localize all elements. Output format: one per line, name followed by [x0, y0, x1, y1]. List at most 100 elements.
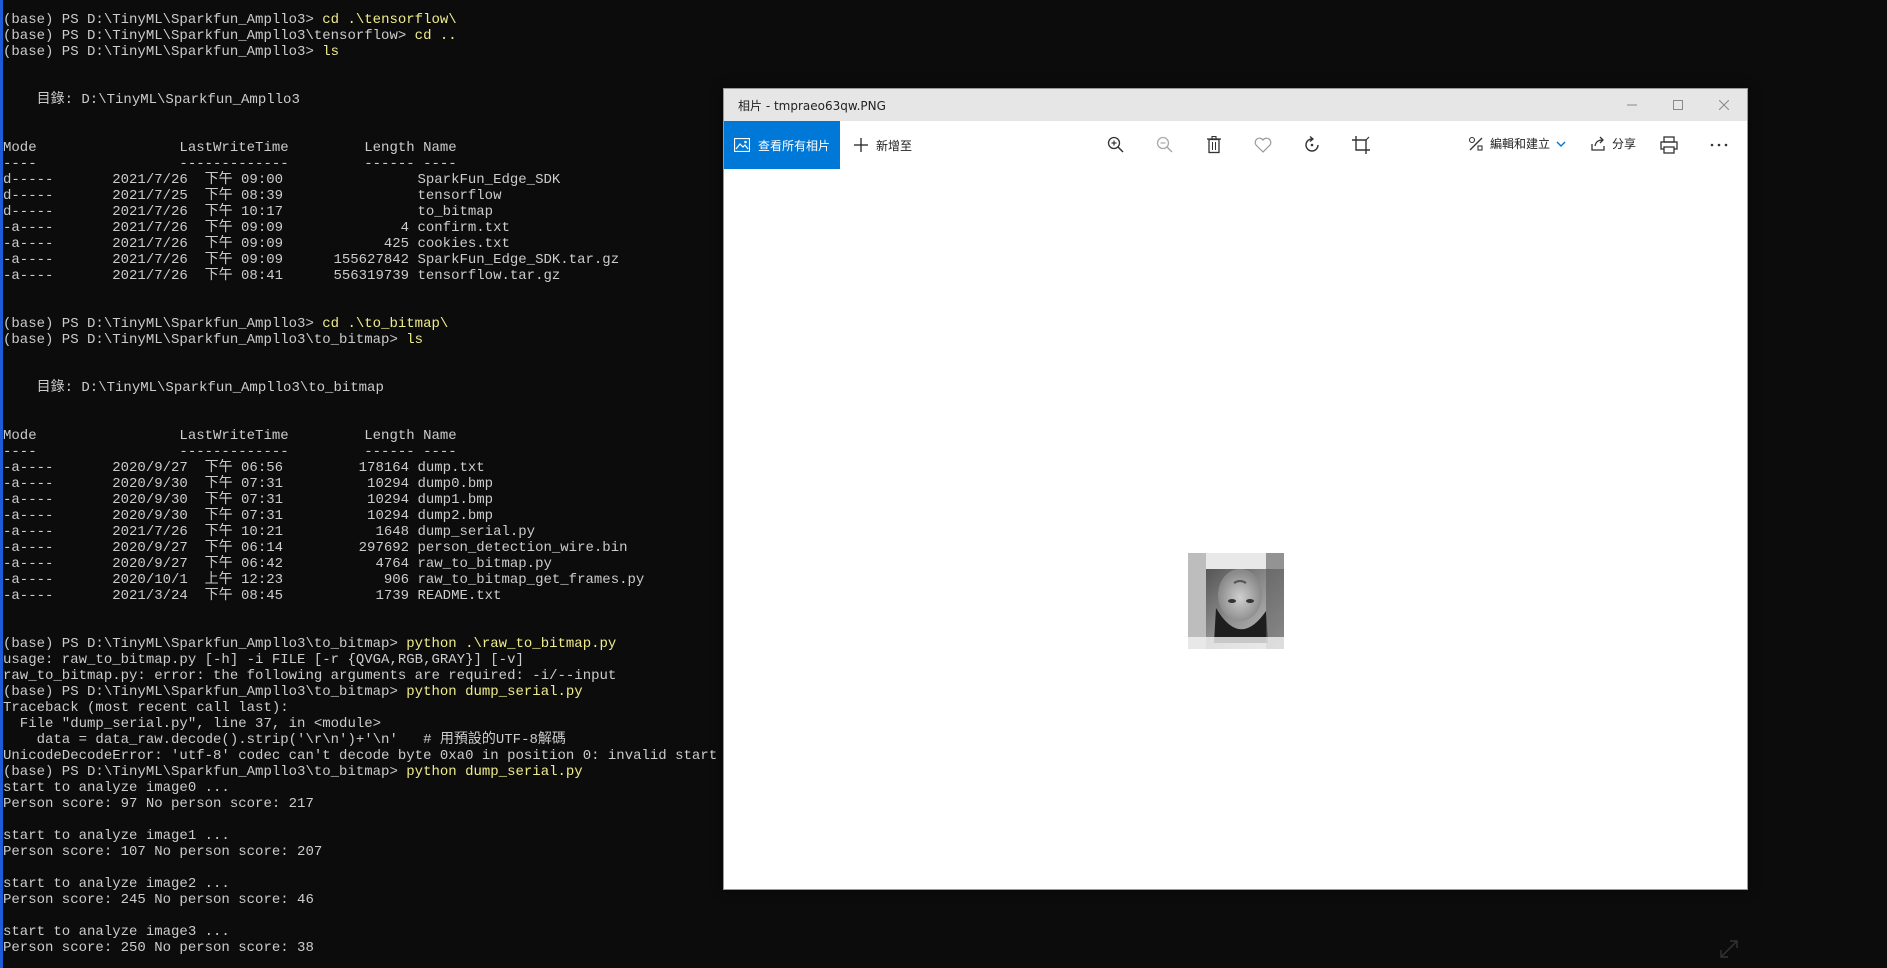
terminal-line-text: -a---- 2020/9/27 下午 06:42 4764 raw_to_bi… — [3, 556, 552, 572]
zoom-out-icon — [1156, 136, 1173, 153]
terminal-line-text: usage: raw_to_bitmap.py [-h] -i FILE [-r… — [3, 652, 524, 668]
terminal-line-text: ---- ------------- ------ ---- — [3, 444, 457, 460]
terminal-line-text: 目錄: D:\TinyML\Sparkfun_Ampllo3 — [3, 92, 300, 108]
close-button[interactable] — [1701, 89, 1747, 121]
print-icon — [1660, 136, 1678, 154]
terminal-line-text: start to analyze image0 ... — [3, 780, 230, 796]
terminal-line: Person score: 250 No person score: 38 — [3, 940, 883, 956]
minimize-icon — [1627, 104, 1637, 106]
chevron-down-icon — [1556, 141, 1566, 147]
more-icon — [1710, 143, 1728, 147]
rotate-icon — [1305, 136, 1319, 152]
terminal-line-text: (base) PS D:\TinyML\Sparkfun_Ampllo3\ten… — [3, 28, 415, 44]
terminal-line-text: (base) PS D:\TinyML\Sparkfun_Ampllo3\to_… — [3, 332, 407, 348]
terminal-line-text: (base) PS D:\TinyML\Sparkfun_Ampllo3\to_… — [3, 684, 407, 700]
terminal-line-text: Mode LastWriteTime Length Name — [3, 428, 457, 444]
edit-create-button[interactable]: 編輯和建立 — [1468, 135, 1566, 152]
print-button[interactable] — [1657, 133, 1681, 157]
expand-icon — [1720, 940, 1738, 958]
terminal-command: ls — [406, 332, 424, 348]
terminal-line-text: Person score: 245 No person score: 46 — [3, 892, 314, 908]
favorite-icon — [1254, 137, 1272, 153]
grayscale-photo — [1188, 553, 1284, 649]
minimize-button[interactable] — [1609, 89, 1655, 121]
terminal-line-text: File "dump_serial.py", line 37, in <modu… — [3, 716, 382, 732]
maximize-icon — [1673, 100, 1683, 110]
terminal-line-text: d----- 2021/7/25 下午 08:39 tensorflow — [3, 188, 502, 204]
edit-create-icon — [1468, 136, 1483, 151]
terminal-line: (base) PS D:\TinyML\Sparkfun_Ampllo3> ls — [3, 44, 883, 60]
view-all-photos-button[interactable]: 查看所有相片 — [724, 121, 840, 169]
photos-window[interactable]: 相片 - tmpraeo63qw.PNG 查看所有相片 新增至 編輯和建立 分享 — [723, 88, 1748, 958]
terminal-command: cd .\to_bitmap\ — [322, 316, 449, 332]
terminal-line-text: (base) PS D:\TinyML\Sparkfun_Ampllo3> — [3, 316, 323, 332]
terminal-line-text: data = data_raw.decode().strip('\r\n')+'… — [3, 732, 566, 748]
terminal-line: (base) PS D:\TinyML\Sparkfun_Ampllo3\ten… — [3, 28, 883, 44]
plus-icon — [854, 138, 868, 152]
terminal-line-text: -a---- 2020/10/1 上午 12:23 906 raw_to_bit… — [3, 572, 645, 588]
terminal-line-text: -a---- 2021/7/26 下午 09:09 4 confirm.txt — [3, 220, 510, 236]
terminal-command: cd .\tensorflow\ — [322, 12, 457, 28]
terminal-command: python dump_serial.py — [406, 684, 583, 700]
add-to-button[interactable]: 新增至 — [854, 137, 912, 154]
share-icon — [1591, 136, 1605, 151]
share-button[interactable]: 分享 — [1590, 135, 1636, 152]
terminal-line-text: (base) PS D:\TinyML\Sparkfun_Ampllo3> — [3, 12, 323, 28]
terminal-line-text: -a---- 2021/7/26 下午 09:09 425 cookies.tx… — [3, 236, 510, 252]
terminal-line-text: -a---- 2021/7/26 下午 08:41 556319739 tens… — [3, 268, 561, 284]
crop-button[interactable] — [1349, 133, 1373, 157]
share-label: 分享 — [1612, 137, 1637, 151]
terminal-line-text: -a---- 2021/7/26 下午 09:09 155627842 Spar… — [3, 252, 620, 268]
rotate-button[interactable] — [1300, 133, 1324, 157]
terminal-line-text: (base) PS D:\TinyML\Sparkfun_Ampllo3\to_… — [3, 636, 407, 652]
terminal-line-text: (base) PS D:\TinyML\Sparkfun_Ampllo3\to_… — [3, 764, 407, 780]
terminal-command: cd .. — [414, 28, 457, 44]
zoom-in-button[interactable] — [1104, 133, 1128, 157]
terminal-line: (base) PS D:\TinyML\Sparkfun_Ampllo3> cd… — [3, 12, 883, 28]
delete-icon — [1207, 136, 1221, 154]
maximize-button[interactable] — [1655, 89, 1701, 121]
photos-toolbar: 查看所有相片 新增至 編輯和建立 分享 — [724, 121, 1747, 169]
terminal-line-text: raw_to_bitmap.py: error: the following a… — [3, 668, 617, 684]
terminal-command: python dump_serial.py — [406, 764, 583, 780]
terminal-line: start to analyze image3 ... — [3, 924, 883, 940]
picture-icon — [733, 138, 750, 152]
terminal-line-text: 目錄: D:\TinyML\Sparkfun_Ampllo3\to_bitmap — [3, 380, 384, 396]
terminal-line-text: d----- 2021/7/26 下午 10:17 to_bitmap — [3, 204, 494, 220]
edit-create-label: 編輯和建立 — [1490, 137, 1551, 151]
close-icon — [1719, 100, 1729, 110]
window-controls — [1609, 89, 1747, 121]
terminal-line-text: -a---- 2020/9/30 下午 07:31 10294 dump1.bm… — [3, 492, 494, 508]
zoom-out-button[interactable] — [1153, 133, 1177, 157]
terminal-line-text: -a---- 2021/3/24 下午 08:45 1739 README.tx… — [3, 588, 502, 604]
add-to-label: 新增至 — [876, 138, 913, 153]
terminal-line-text: -a---- 2020/9/27 下午 06:56 178164 dump.tx… — [3, 460, 485, 476]
terminal-line-text: start to analyze image1 ... — [3, 828, 230, 844]
terminal-line-text: -a---- 2020/9/30 下午 07:31 10294 dump2.bm… — [3, 508, 494, 524]
crop-icon — [1352, 136, 1370, 154]
terminal-line-text: start to analyze image3 ... — [3, 924, 230, 940]
delete-button[interactable] — [1202, 133, 1226, 157]
expand-button[interactable] — [1719, 939, 1739, 959]
terminal-line-text: Person score: 107 No person score: 207 — [3, 844, 323, 860]
terminal-line-text: Person score: 97 No person score: 217 — [3, 796, 314, 812]
zoom-in-icon — [1107, 136, 1124, 153]
terminal-command: ls — [322, 44, 340, 60]
view-all-label: 查看所有相片 — [757, 138, 830, 153]
terminal-line-text: ---- ------------- ------ ---- — [3, 156, 457, 172]
window-title: 相片 - tmpraeo63qw.PNG — [738, 98, 886, 113]
favorite-button[interactable] — [1251, 133, 1275, 157]
terminal-line-text: start to analyze image2 ... — [3, 876, 230, 892]
terminal-line-text: -a---- 2020/9/27 下午 06:14 297692 person_… — [3, 540, 628, 556]
terminal-line: Person score: 245 No person score: 46 — [3, 892, 883, 908]
terminal-command: python .\raw_to_bitmap.py — [406, 636, 617, 652]
terminal-line-text: Traceback (most recent call last): — [3, 700, 289, 716]
photos-titlebar[interactable]: 相片 - tmpraeo63qw.PNG — [724, 89, 1747, 121]
photo-viewer-canvas[interactable] — [724, 169, 1747, 958]
terminal-line-text: (base) PS D:\TinyML\Sparkfun_Ampllo3> — [3, 44, 323, 60]
terminal-line-text: UnicodeDecodeError: 'utf-8' codec can't … — [3, 748, 760, 764]
more-button[interactable] — [1707, 133, 1731, 157]
terminal-line-text: Person score: 250 No person score: 38 — [3, 940, 314, 956]
